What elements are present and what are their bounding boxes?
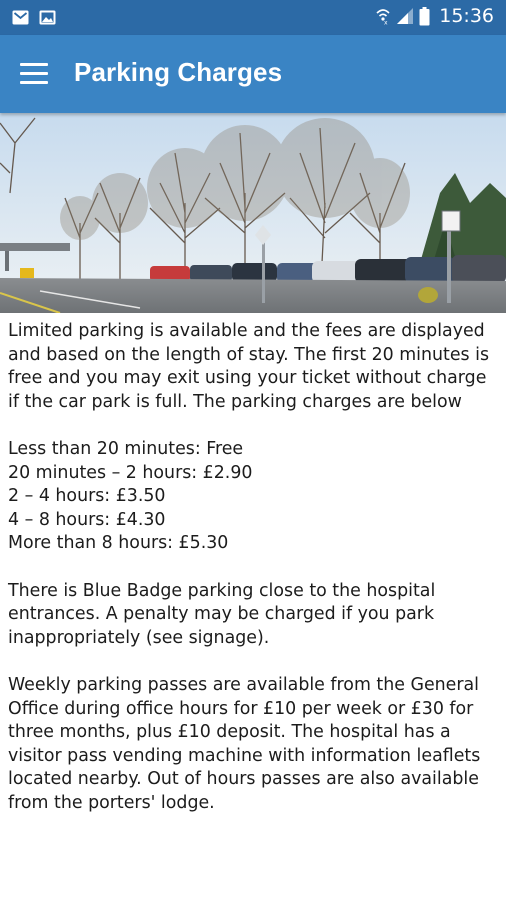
page-title: Parking Charges [74,57,283,87]
charge-item: Less than 20 minutes: Free [8,438,244,459]
hamburger-menu-icon[interactable] [20,63,48,85]
clock: 15:36 [439,5,494,27]
blue-badge-paragraph: There is Blue Badge parking close to the… [8,580,436,648]
charge-item: 4 – 8 hours: £4.30 [8,509,166,530]
status-bar: x 15:36 [0,0,506,35]
charge-item: More than 8 hours: £5.30 [8,533,229,554]
system-icons: x 15:36 [375,5,494,27]
battery-icon [419,6,430,25]
image-icon [39,10,56,25]
svg-text:x: x [384,20,388,26]
weekly-passes-paragraph: Weekly parking passes are available from… [8,674,481,813]
mail-icon [12,10,29,25]
intro-paragraph: Limited parking is available and the fee… [8,321,490,412]
notification-icons [12,9,56,26]
signal-icon [397,8,414,24]
parking-info: Limited parking is available and the fee… [8,320,500,839]
car-park-photo [0,113,506,313]
charge-item: 2 – 4 hours: £3.50 [8,486,166,507]
charge-item: 20 minutes – 2 hours: £2.90 [8,462,253,483]
app-bar: Parking Charges [0,35,506,113]
car-park-illustration [0,113,506,313]
charges-list: Less than 20 minutes: Free 20 minutes – … [8,438,500,556]
wifi-icon: x [376,9,390,26]
